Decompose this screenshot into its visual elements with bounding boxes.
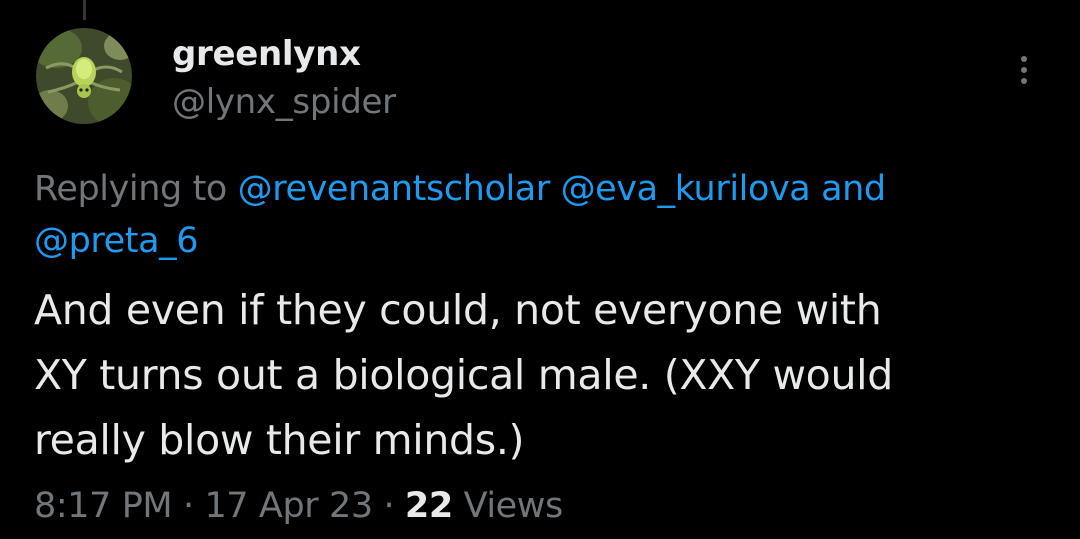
mention-link[interactable]: @eva_kurilova [561,169,811,209]
mention-link[interactable]: @preta_6 [34,221,199,261]
tweet-text-line: really blow their minds.) [34,416,525,464]
tweet-text-line: XY turns out a biological male. (XXY wou… [34,351,893,399]
tweet-text: And even if they could, not everyone wit… [34,278,1044,473]
tweet-meta: 8:17 PM · 17 Apr 23 · 22 Views [34,486,563,526]
mention-link[interactable]: @revenantscholar [238,169,551,209]
views-label[interactable]: Views [464,486,564,526]
avatar[interactable] [36,28,132,124]
more-options-button[interactable] [1008,50,1040,90]
tweet-text-line: And even if they could, not everyone wit… [34,286,882,334]
more-vertical-icon [1021,56,1027,62]
meta-separator: · [182,486,194,526]
thread-connector-line [83,0,86,20]
replying-to-line: Replying to @revenantscholar @eva_kurilo… [34,163,1034,267]
avatar-image [36,28,132,124]
views-count[interactable]: 22 [405,486,453,526]
meta-separator: · [383,486,395,526]
replying-to-label: Replying to [34,169,227,209]
author-handle[interactable]: @lynx_spider [172,82,396,122]
tweet-date[interactable]: 17 Apr 23 [204,486,373,526]
tweet-time[interactable]: 8:17 PM [34,486,173,526]
author-display-name[interactable]: greenlynx [172,34,361,74]
more-vertical-icon-dot [1021,78,1027,84]
more-vertical-icon-dot [1021,67,1027,73]
others-link[interactable]: and [821,169,886,209]
